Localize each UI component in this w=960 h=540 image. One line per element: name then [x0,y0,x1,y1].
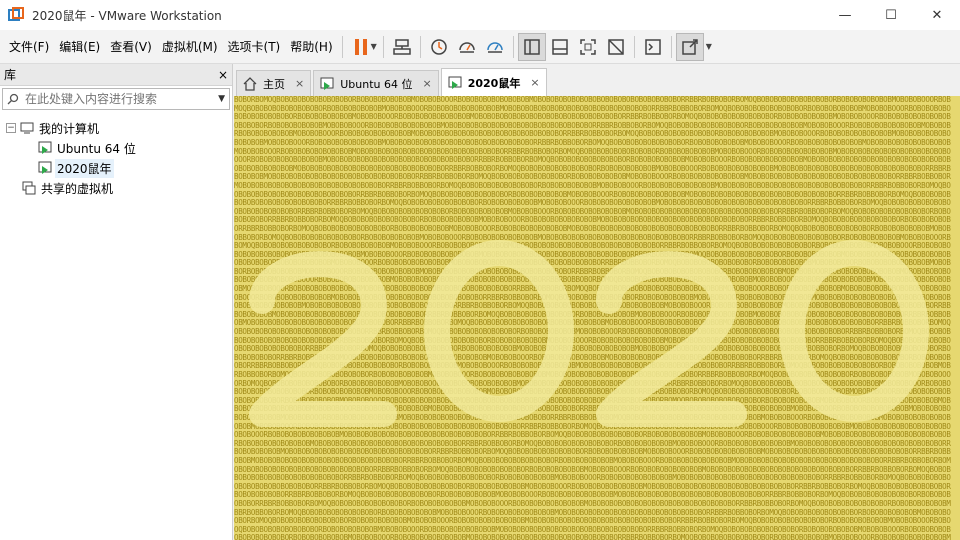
shared-vm-icon [22,181,36,195]
revert-icon [459,41,475,53]
vmware-app-icon [8,7,24,23]
show-library-button[interactable] [517,32,546,61]
tab-close-button[interactable]: × [422,77,431,90]
close-button[interactable]: ✕ [914,0,960,30]
console-icon [645,38,661,55]
clock-icon [431,38,447,55]
revert-snapshot-button[interactable] [453,33,481,61]
snapshot-manager-button[interactable] [481,33,509,61]
stretch-view-button[interactable] [675,32,704,61]
tab-close-button[interactable]: × [530,76,539,89]
menu-vm[interactable]: 虚拟机(M) [157,30,223,64]
tab-label: 2020鼠年 [467,76,521,90]
tree-item-2020[interactable]: 2020鼠年 [0,158,232,178]
unity-icon [608,38,624,55]
maximize-button[interactable]: ☐ [868,0,914,30]
vm-running-icon [448,76,462,89]
search-icon [7,93,19,105]
window-title: 2020鼠年 - VMware Workstation [32,8,222,23]
library-search[interactable]: ▼ [2,88,230,110]
stretch-dropdown-icon[interactable]: ▼ [706,42,712,51]
tab-close-button[interactable]: × [295,77,304,90]
tab-2020[interactable]: 2020鼠年 × [440,68,547,96]
send-ctrl-alt-del-button[interactable] [388,33,416,61]
menu-toolbar: 文件(F) 编辑(E) 查看(V) 虚拟机(M) 选项卡(T) 帮助(H) ▼ [0,30,960,64]
collapse-icon[interactable]: − [6,123,16,133]
toolbar-separator [419,35,421,58]
stretch-icon [682,38,698,55]
tree-label-my-computer: 我的计算机 [39,121,100,136]
vm-tree: − 我的计算机 Ubuntu 64 位 2020鼠年 共享的虚拟机 [0,112,232,198]
library-panel: 库 × ▼ − 我的计算机 Ubuntu 64 位 [0,64,233,540]
search-dropdown-icon[interactable]: ▼ [218,94,225,104]
menu-view[interactable]: 查看(V) [105,30,157,64]
unity-button[interactable] [602,33,630,61]
vm-console-screen[interactable]: BOBORBOMOQBOBOBOBOBOBOBOBOBORBOBOBOBOBOB… [234,96,960,540]
tree-label-ubuntu: Ubuntu 64 位 [57,141,136,156]
menu-tabs[interactable]: 选项卡(T) [223,30,286,64]
tree-item-ubuntu[interactable]: Ubuntu 64 位 [0,138,232,158]
tab-bar: 主页 × Ubuntu 64 位 × 2020鼠年 × [234,64,960,96]
pause-icon [354,38,367,55]
fullscreen-icon [580,38,596,55]
thumbnail-bar-button[interactable] [546,33,574,61]
home-icon [243,76,257,91]
toolbar-separator [382,35,384,58]
vm-running-icon [38,141,52,154]
computer-icon [20,122,34,134]
tree-label-2020: 2020鼠年 [55,158,114,178]
tab-label: 主页 [263,77,285,91]
toolbar-separator [633,35,635,58]
vm-running-icon [320,77,334,90]
tab-label: Ubuntu 64 位 [340,77,413,91]
library-view-icon [524,38,540,55]
tab-ubuntu[interactable]: Ubuntu 64 位 × [313,70,439,96]
vm-running-icon [38,161,52,174]
tree-label-shared: 共享的虚拟机 [41,181,114,196]
ascii-2020-art [249,240,929,427]
menu-help[interactable]: 帮助(H) [285,30,337,64]
toolbar-separator [670,35,672,58]
library-title: 库 [4,68,17,82]
snapshot-button[interactable] [425,33,453,61]
search-input[interactable] [25,92,219,106]
library-close-button[interactable]: × [218,68,228,82]
fullscreen-button[interactable] [574,33,602,61]
tab-home[interactable]: 主页 × [236,70,312,96]
menu-file[interactable]: 文件(F) [4,30,54,64]
pause-button[interactable] [347,33,375,61]
thumbnail-icon [552,38,568,55]
menu-edit[interactable]: 编辑(E) [54,30,105,64]
tree-item-shared[interactable]: 共享的虚拟机 [0,178,232,198]
title-bar: 2020鼠年 - VMware Workstation — ☐ ✕ [0,0,960,30]
network-icon [393,38,411,55]
snapshot-manager-icon [487,41,503,53]
minimize-button[interactable]: — [822,0,868,30]
console-button[interactable] [639,33,667,61]
tree-item-my-computer[interactable]: − 我的计算机 [0,118,232,138]
toolbar-separator [341,35,343,58]
library-header: 库 × [0,64,232,86]
toolbar-separator [512,35,514,58]
